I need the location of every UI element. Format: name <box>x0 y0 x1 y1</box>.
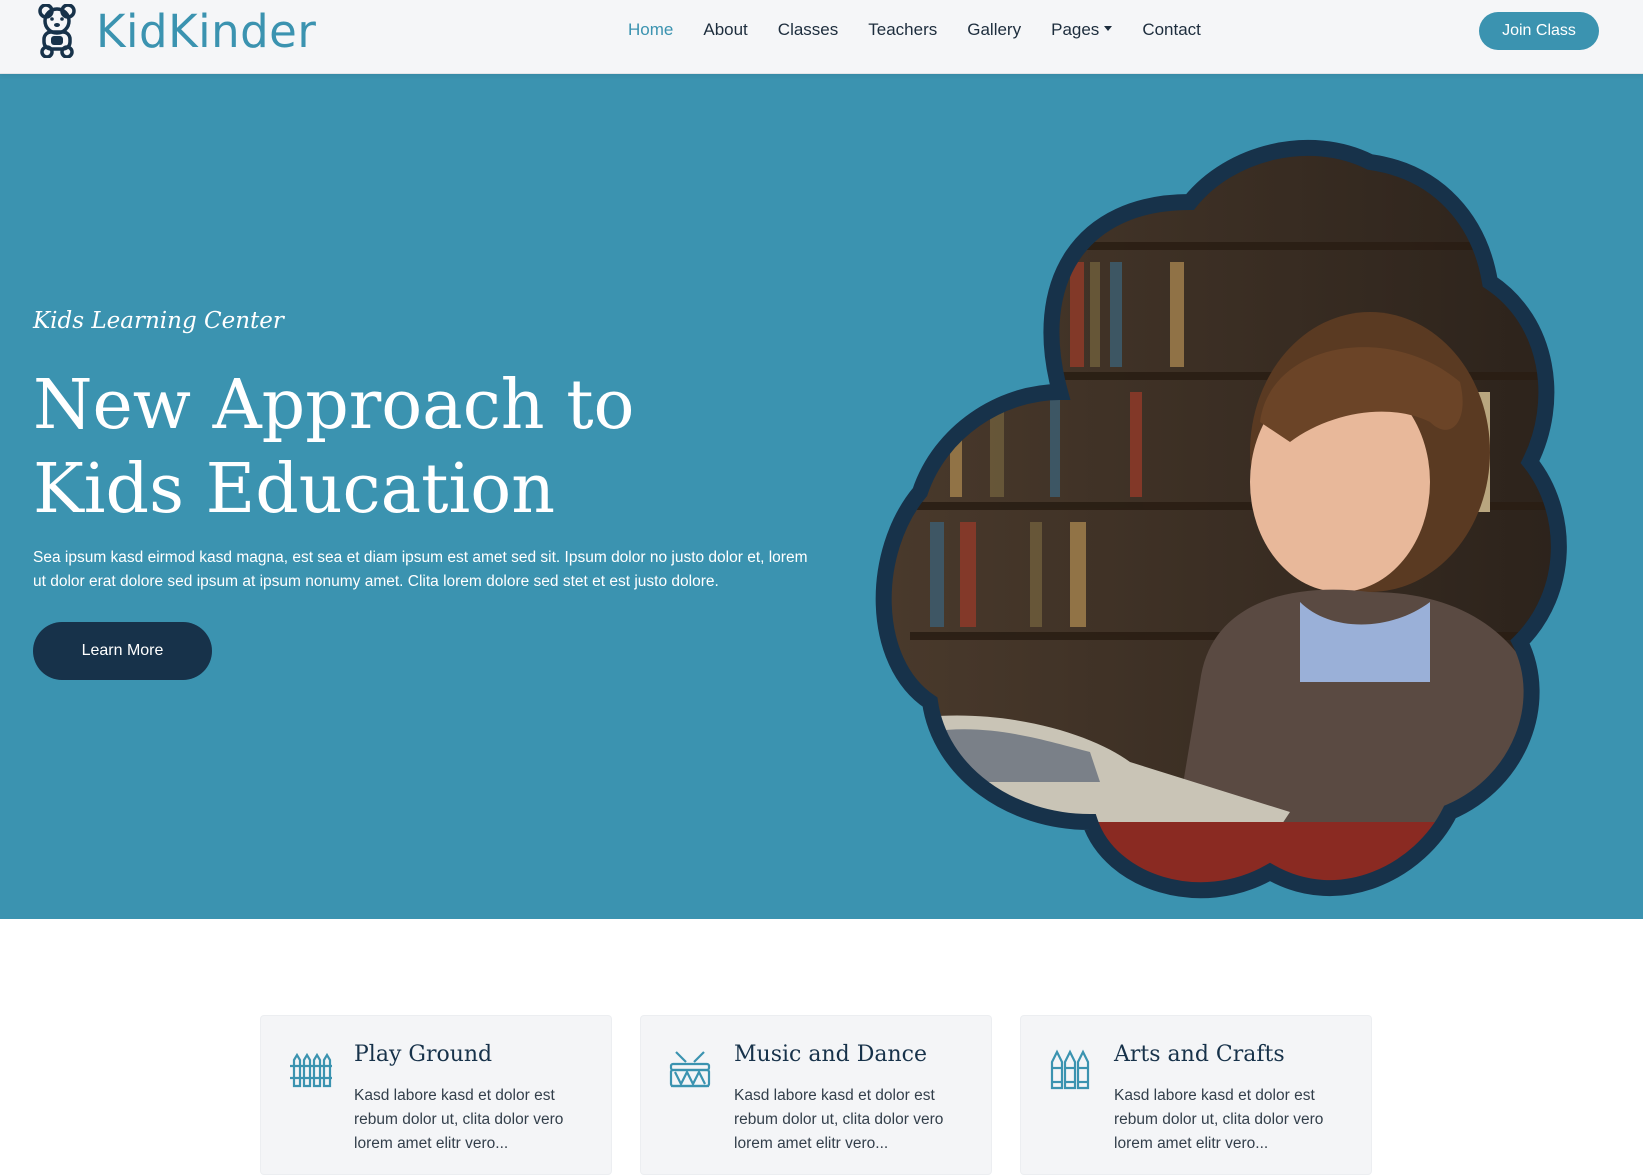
hero-description: Sea ipsum kasd eirmod kasd magna, est se… <box>33 549 808 590</box>
brand[interactable]: KidKinder <box>36 2 316 60</box>
features-section: Play Ground Kasd labore kasd et dolor es… <box>0 919 1643 1175</box>
nav-teachers[interactable]: Teachers <box>868 20 937 40</box>
feature-title: Arts and Crafts <box>1114 1042 1285 1067</box>
crayons-icon <box>1050 1049 1090 1090</box>
feature-title: Play Ground <box>354 1042 493 1067</box>
navbar: KidKinder Home About Classes Teachers Ga… <box>0 0 1643 74</box>
nav-gallery[interactable]: Gallery <box>967 20 1021 40</box>
learn-more-button[interactable]: Learn More <box>33 622 212 680</box>
hero-photo <box>875 139 1567 899</box>
feature-text: Kasd labore kasd et dolor est rebum dolo… <box>734 1087 944 1152</box>
nav-classes[interactable]: Classes <box>778 20 838 40</box>
nav-home[interactable]: Home <box>628 20 673 40</box>
drum-icon <box>669 1051 711 1088</box>
nav-contact[interactable]: Contact <box>1142 20 1201 40</box>
hero-section: Kids Learning Center New Approach to Kid… <box>0 74 1643 919</box>
join-class-button[interactable]: Join Class <box>1479 12 1599 50</box>
feature-card-playground: Play Ground Kasd labore kasd et dolor es… <box>260 1015 612 1175</box>
feature-card-arts: Arts and Crafts Kasd labore kasd et dolo… <box>1020 1015 1372 1175</box>
feature-text: Kasd labore kasd et dolor est rebum dolo… <box>1114 1087 1324 1152</box>
teddy-bear-icon <box>38 4 76 58</box>
nav-pages-label: Pages <box>1051 20 1100 39</box>
feature-card-music: Music and Dance Kasd labore kasd et dolo… <box>640 1015 992 1175</box>
nav-about[interactable]: About <box>703 20 747 40</box>
brand-name: KidKinder <box>96 4 317 58</box>
fence-icon <box>290 1052 332 1088</box>
main-nav: Home About Classes Teachers Gallery Page… <box>628 20 1231 40</box>
nav-pages-dropdown[interactable]: Pages <box>1051 20 1113 40</box>
feature-title: Music and Dance <box>734 1042 927 1067</box>
feature-text: Kasd labore kasd et dolor est rebum dolo… <box>354 1087 564 1152</box>
hero-title: New Approach to Kids Education <box>33 366 635 529</box>
hero-subtitle: Kids Learning Center <box>33 308 284 334</box>
caret-down-icon <box>1104 26 1113 31</box>
